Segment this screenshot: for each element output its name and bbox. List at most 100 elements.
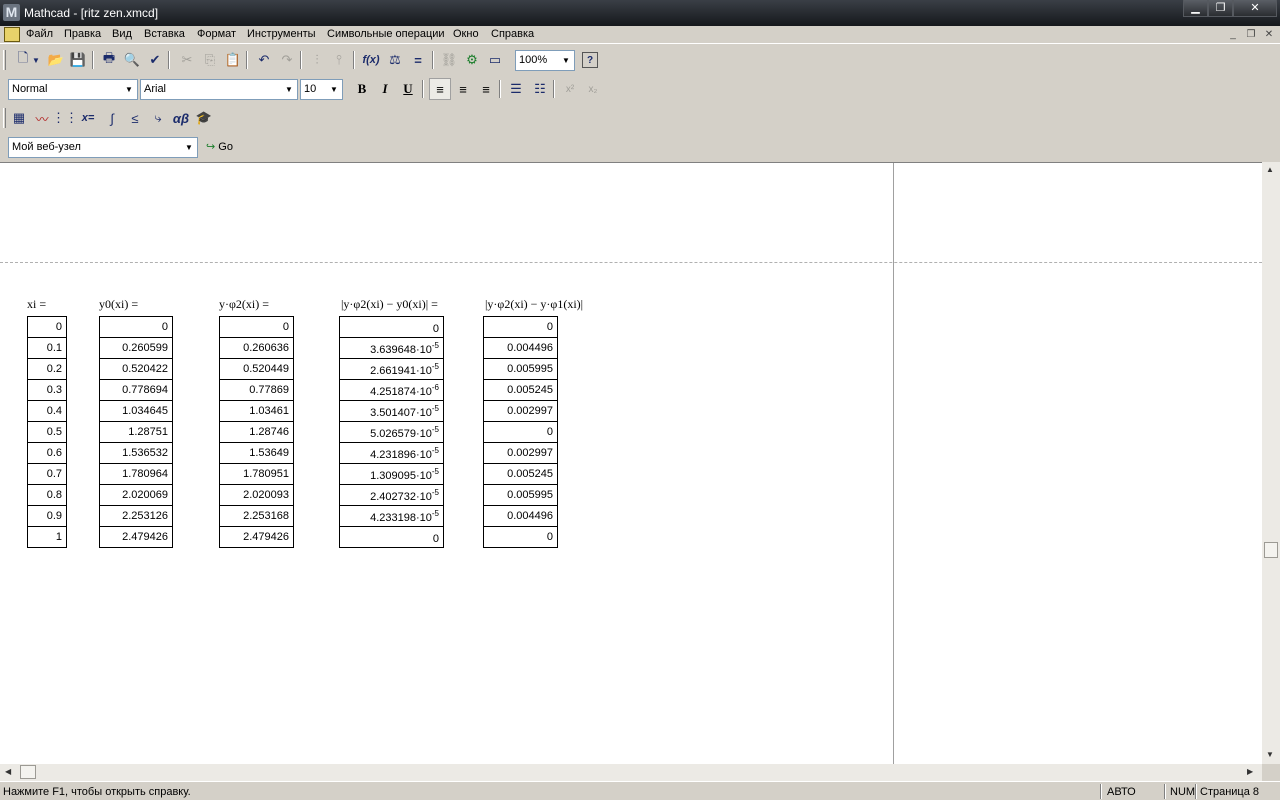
calculator-icon[interactable]: ▦ (8, 107, 30, 129)
align-right-icon[interactable]: ≡ (475, 78, 497, 100)
align-down-icon[interactable]: ⫯ (328, 49, 350, 71)
header-diff2[interactable]: |y·φ2(xi) − y·φ1(xi)| (485, 297, 583, 312)
result-table-diff1[interactable]: 0 3.639648·10-5 2.661941·10-5 4.251874·10-6… (339, 316, 444, 548)
worksheet[interactable]: xi = y0(xi) = y·φ2(xi) = |y·φ2(xi) − y0(… (0, 162, 1262, 764)
go-button[interactable]: ↪ Go (206, 137, 233, 158)
chevron-down-icon[interactable]: ▼ (326, 80, 342, 99)
menu-view[interactable]: Вид (112, 28, 132, 40)
style-select[interactable]: Normal ▼ (8, 79, 138, 100)
header-yphi2[interactable]: y·φ2(xi) = (219, 297, 269, 312)
chevron-down-icon[interactable]: ▼ (181, 138, 197, 157)
vertical-scroll-thumb[interactable] (1264, 542, 1278, 558)
vertical-scrollbar[interactable]: ▲ ▼ (1262, 162, 1280, 764)
table-cell: 1.53649 (219, 442, 294, 464)
result-table-yphi2[interactable]: 0 0.260636 0.520449 0.77869 1.03461 1.28746 1.… (219, 316, 294, 548)
table-cell: 0.520422 (99, 358, 173, 380)
chevron-down-icon[interactable]: ▼ (281, 80, 297, 99)
minimize-button[interactable]: ▁ (1183, 0, 1208, 17)
menu-insert[interactable]: Вставка (144, 28, 185, 40)
subscript-icon[interactable]: x₂ (582, 78, 604, 100)
result-table-y0[interactable]: 0 0.260599 0.520422 0.778694 1.034645 1.28751… (99, 316, 173, 548)
menu-help[interactable]: Справка (491, 28, 534, 40)
document-icon[interactable] (4, 27, 20, 42)
chevron-down-icon[interactable]: ▼ (121, 80, 137, 99)
numbered-list-icon[interactable]: ☷ (529, 78, 551, 100)
print-preview-icon[interactable]: 🔍 (121, 49, 143, 71)
font-select[interactable]: Arial ▼ (140, 79, 298, 100)
cell-exponent: -5 (431, 340, 439, 350)
open-folder-icon[interactable]: 📂 (45, 49, 67, 71)
zoom-select[interactable]: 100% ▼ (515, 50, 575, 71)
size-grip[interactable] (1262, 764, 1280, 781)
header-y0[interactable]: y0(xi) = (99, 297, 138, 312)
paste-icon[interactable]: 📋 (222, 49, 244, 71)
doc-close-button[interactable]: ✕ (1261, 28, 1277, 42)
table-cell: 0.5 (27, 421, 67, 443)
cell-value: 1.309095·10 (370, 469, 432, 482)
align-left-icon[interactable]: ≡ (429, 78, 451, 100)
greek-icon[interactable]: αβ (170, 107, 192, 129)
cut-icon[interactable]: ✂ (176, 49, 198, 71)
italic-button[interactable]: I (374, 78, 396, 100)
menu-file[interactable]: Файл (26, 28, 53, 40)
web-url-select[interactable]: Мой веб-узел ▼ (8, 137, 198, 158)
cell-value: 4.251874·10 (370, 385, 432, 398)
menu-tools[interactable]: Инструменты (247, 28, 316, 40)
horizontal-scrollbar[interactable]: ◀ ▶ (0, 764, 1262, 781)
close-button[interactable]: ✕ (1233, 0, 1277, 17)
programming-icon[interactable]: ⤷ (147, 107, 169, 129)
result-table-xi[interactable]: 0 0.1 0.2 0.3 0.4 0.5 0.6 0.7 0.8 0.9 1 (27, 316, 67, 548)
insert-hyperlink-icon[interactable]: ⛓ (438, 49, 460, 71)
scroll-right-icon[interactable]: ▶ (1247, 767, 1253, 776)
table-row: 1.536532 (99, 442, 173, 464)
header-diff1[interactable]: |y·φ2(xi) − y0(xi)| = (341, 297, 438, 312)
graph-icon[interactable]: 〰 (31, 107, 53, 129)
bullet-list-icon[interactable]: ☰ (505, 78, 527, 100)
menu-symbolics[interactable]: Символьные операции (327, 28, 445, 40)
superscript-icon[interactable]: x² (559, 78, 581, 100)
align-center-icon[interactable]: ≡ (452, 78, 474, 100)
spell-check-icon[interactable]: ✔ (144, 49, 166, 71)
undo-icon[interactable]: ↶ (253, 49, 275, 71)
calculus-icon[interactable]: ∫ (101, 107, 123, 129)
font-size-select[interactable]: 10 ▼ (300, 79, 343, 100)
copy-icon[interactable]: ⎘ (199, 49, 221, 71)
help-icon[interactable]: ? (582, 52, 598, 68)
table-row: 0.778694 (99, 379, 173, 401)
chevron-down-icon[interactable]: ▼ (558, 51, 574, 70)
scroll-up-icon[interactable]: ▲ (1266, 165, 1274, 174)
symbolic-icon[interactable]: 🎓 (193, 107, 215, 129)
boolean-icon[interactable]: ≤ (124, 107, 146, 129)
insert-function-icon[interactable]: f(x) (360, 49, 382, 71)
save-disk-icon[interactable]: 💾 (67, 49, 89, 71)
toolbar-grip[interactable] (3, 50, 6, 70)
print-icon[interactable]: 🖶 (98, 49, 120, 71)
menu-edit[interactable]: Правка (64, 28, 101, 40)
maximize-button[interactable]: ❐ (1208, 0, 1233, 17)
align-across-icon[interactable]: ⫶ (306, 49, 328, 71)
scroll-down-icon[interactable]: ▼ (1266, 750, 1274, 759)
menu-window[interactable]: Окно (453, 28, 479, 40)
toolbar-grip[interactable] (3, 108, 6, 128)
new-dropdown-icon[interactable]: ▼ (30, 49, 42, 71)
underline-button[interactable]: U (397, 78, 419, 100)
result-table-diff2[interactable]: 0 0.004496 0.005995 0.005245 0.002997 0 0.0029… (483, 316, 558, 548)
table-cell: 1.780964 (99, 463, 173, 485)
resource-center-icon[interactable]: ▭ (484, 49, 506, 71)
mathcad-app-icon[interactable]: M (3, 4, 20, 21)
menu-format[interactable]: Формат (197, 28, 236, 40)
doc-restore-button[interactable]: ❐ (1243, 28, 1259, 42)
evaluation-icon[interactable]: x= (77, 107, 99, 129)
matrix-icon[interactable]: ⋮⋮ (52, 107, 78, 129)
doc-minimize-button[interactable]: _ (1225, 28, 1241, 42)
insert-unit-icon[interactable]: ⚖ (384, 49, 406, 71)
redo-icon[interactable]: ↷ (276, 49, 298, 71)
bold-button[interactable]: B (351, 78, 373, 100)
calculate-icon[interactable]: = (407, 49, 429, 71)
table-row: 0 (27, 316, 67, 338)
component-wizard-icon[interactable]: ⚙ (461, 49, 483, 71)
page-boundary-vertical (893, 163, 894, 764)
scroll-left-icon[interactable]: ◀ (5, 767, 11, 776)
horizontal-scroll-thumb[interactable] (20, 765, 36, 779)
header-xi[interactable]: xi = (27, 297, 46, 312)
